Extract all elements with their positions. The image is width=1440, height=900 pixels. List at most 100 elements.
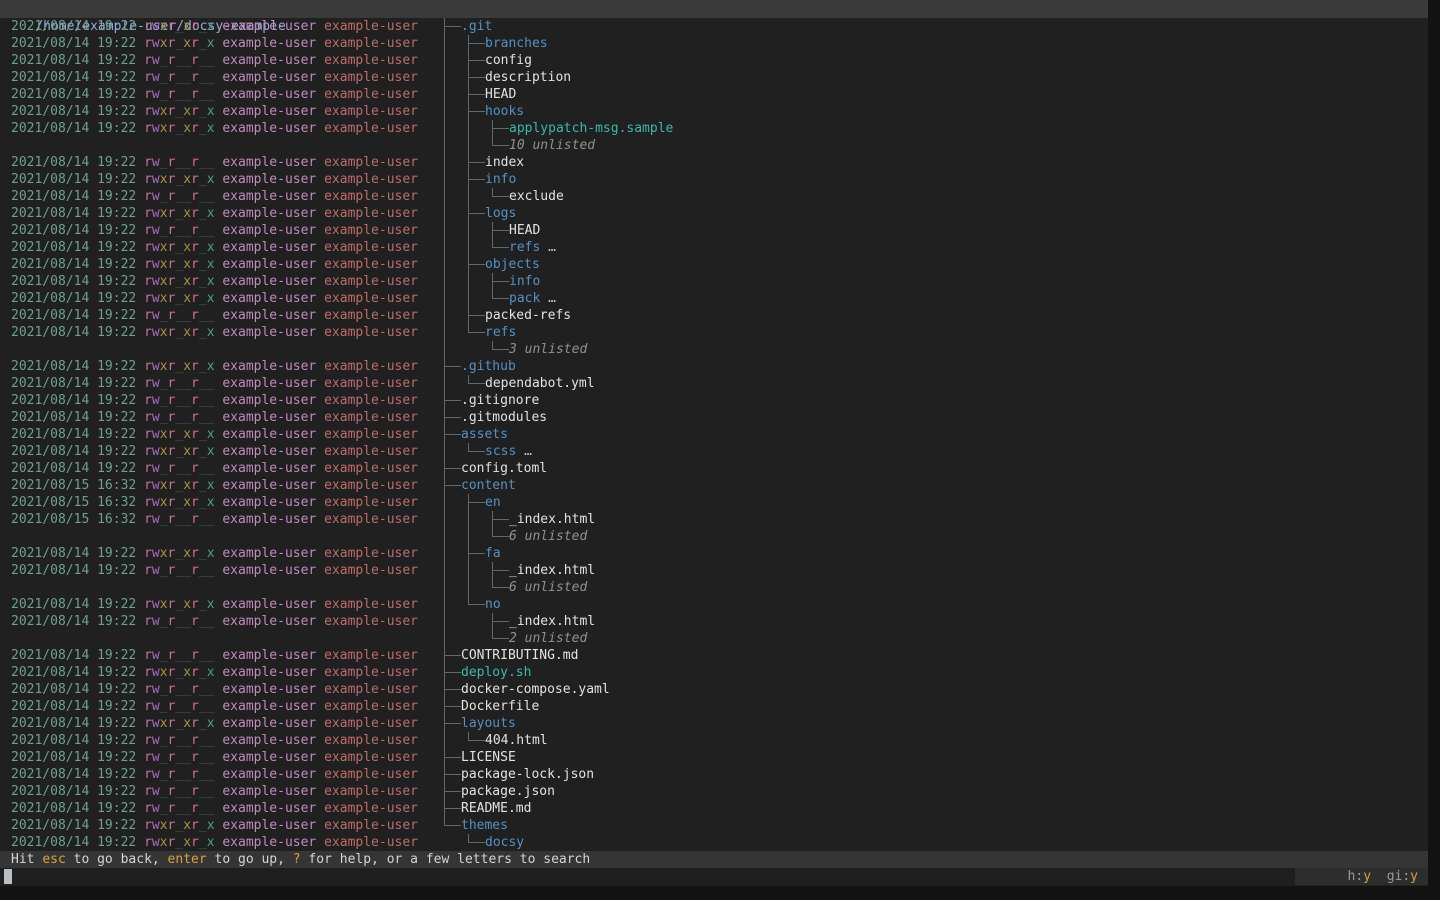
file-metadata: 2021/08/14 19:22 rwxr_xr_x example-user … <box>0 256 444 273</box>
tree-row[interactable]: 2021/08/14 19:22 rw_r__r__ example-user … <box>0 766 1428 783</box>
dir-name: no <box>485 596 501 613</box>
permissions: rwxr_xr_x <box>144 835 214 850</box>
tree-row[interactable]: 2021/08/14 19:22 rwxr_xr_x example-user … <box>0 545 1428 562</box>
owner: example-user <box>222 750 316 765</box>
tree-gap <box>444 834 468 851</box>
tree-row[interactable]: 2021/08/14 19:22 rwxr_xr_x example-user … <box>0 358 1428 375</box>
tree-row[interactable]: 2021/08/14 19:22 rw_r__r__ example-user … <box>0 52 1428 69</box>
file-name: Dockerfile <box>461 698 539 715</box>
tree-row[interactable]: 2021/08/14 19:22 rw_r__r__ example-user … <box>0 749 1428 766</box>
tree-row[interactable]: 2021/08/14 19:22 rw_r__r__ example-user … <box>0 409 1428 426</box>
tree-branch: exclude <box>444 188 1428 205</box>
permissions: rwxr_xr_x <box>144 19 214 34</box>
tree-row[interactable]: 2021/08/14 19:22 rwxr_xr_x example-user … <box>0 426 1428 443</box>
tree-row[interactable]: 2021/08/14 19:22 rw_r__r__ example-user … <box>0 460 1428 477</box>
tree-row[interactable]: 2021/08/14 19:22 rwxr_xr_x example-user … <box>0 834 1428 851</box>
tree-row[interactable]: 2021/08/14 19:22 rw_r__r__ example-user … <box>0 375 1428 392</box>
tree-row[interactable]: 2021/08/14 19:22 rw_r__r__ example-user … <box>0 392 1428 409</box>
tree-row[interactable]: 2021/08/14 19:22 rw_r__r__ example-user … <box>0 698 1428 715</box>
tree-row[interactable]: 2021/08/14 19:22 rw_r__r__ example-user … <box>0 69 1428 86</box>
file-metadata <box>0 630 444 647</box>
tree-row[interactable]: 2021/08/14 19:22 rwxr_xr_x example-user … <box>0 715 1428 732</box>
tree-row[interactable]: 2021/08/14 19:22 rwxr_xr_x example-user … <box>0 103 1428 120</box>
tree-line <box>468 443 485 460</box>
tree-row[interactable]: 2021/08/15 16:32 rw_r__r__ example-user … <box>0 511 1428 528</box>
tree-row[interactable]: 2021/08/15 16:32 rwxr_xr_x example-user … <box>0 477 1428 494</box>
modified-date: 2021/08/14 19:22 <box>11 308 136 323</box>
tree-row[interactable]: 2021/08/14 19:22 rwxr_xr_x example-user … <box>0 256 1428 273</box>
permissions: rw_r__r__ <box>144 648 214 663</box>
tree-row[interactable]: 2021/08/14 19:22 rwxr_xr_x example-user … <box>0 290 1428 307</box>
tree-row[interactable]: 2021/08/14 19:22 rwxr_xr_x example-user … <box>0 205 1428 222</box>
tree-row[interactable]: 2021/08/14 19:22 rw_r__r__ example-user … <box>0 681 1428 698</box>
tree-line <box>492 273 509 290</box>
tree-line <box>444 205 468 222</box>
tree-row[interactable]: 2021/08/14 19:22 rw_r__r__ example-user … <box>0 86 1428 103</box>
tree-row[interactable]: 2021/08/14 19:22 rw_r__r__ example-user … <box>0 154 1428 171</box>
owner: example-user <box>222 665 316 680</box>
tree-row[interactable]: 2021/08/14 19:22 rwxr_xr_x example-user … <box>0 171 1428 188</box>
tree-row[interactable]: 2 unlisted <box>0 630 1428 647</box>
tree-row[interactable]: 2021/08/14 19:22 rw_r__r__ example-user … <box>0 307 1428 324</box>
group: example-user <box>324 478 418 493</box>
tree-branch: scss … <box>444 443 1428 460</box>
tree-row[interactable]: 2021/08/15 16:32 rwxr_xr_x example-user … <box>0 494 1428 511</box>
permissions: rw_r__r__ <box>144 801 214 816</box>
tree-row[interactable]: 2021/08/14 19:22 rw_r__r__ example-user … <box>0 732 1428 749</box>
group: example-user <box>324 495 418 510</box>
modified-date: 2021/08/14 19:22 <box>11 274 136 289</box>
tree-row[interactable]: 3 unlisted <box>0 341 1428 358</box>
permissions: rwxr_xr_x <box>144 104 214 119</box>
owner: example-user <box>222 291 316 306</box>
permissions: rwxr_xr_x <box>144 359 214 374</box>
tree-line <box>444 137 468 154</box>
tree-branch: packed-refs <box>444 307 1428 324</box>
permissions: rw_r__r__ <box>144 614 214 629</box>
file-metadata: 2021/08/14 19:22 rw_r__r__ example-user … <box>0 188 444 205</box>
tree-row[interactable]: 2021/08/14 19:22 rw_r__r__ example-user … <box>0 800 1428 817</box>
tree-row[interactable]: 2021/08/14 19:22 rw_r__r__ example-user … <box>0 647 1428 664</box>
truncation-ellipsis: … <box>516 443 532 460</box>
tree-row[interactable]: 6 unlisted <box>0 579 1428 596</box>
root-path-bar[interactable]: /home/example-user/docsy-example <box>0 0 1428 18</box>
owner: example-user <box>222 767 316 782</box>
tree-row[interactable]: 2021/08/14 19:22 rwxr_xr_x example-user … <box>0 239 1428 256</box>
tree-row[interactable]: 2021/08/14 19:22 rw_r__r__ example-user … <box>0 613 1428 630</box>
tree-row[interactable]: 6 unlisted <box>0 528 1428 545</box>
tree-row[interactable]: 2021/08/14 19:22 rwxr_xr_x example-user … <box>0 273 1428 290</box>
modified-date: 2021/08/14 19:22 <box>11 393 136 408</box>
tree-branch: _index.html <box>444 562 1428 579</box>
tree-row[interactable]: 2021/08/14 19:22 rwxr_xr_x example-user … <box>0 664 1428 681</box>
tree-branch: package-lock.json <box>444 766 1428 783</box>
tree-line <box>444 307 468 324</box>
tree-row[interactable]: 2021/08/14 19:22 rwxr_xr_x example-user … <box>0 324 1428 341</box>
tree-branch: logs <box>444 205 1428 222</box>
tree-row[interactable]: 2021/08/14 19:22 rw_r__r__ example-user … <box>0 783 1428 800</box>
file-metadata: 2021/08/14 19:22 rw_r__r__ example-user … <box>0 732 444 749</box>
tree-branch: .gitmodules <box>444 409 1428 426</box>
group: example-user <box>324 682 418 697</box>
tree-row[interactable]: 2021/08/14 19:22 rwxr_xr_x example-user … <box>0 18 1428 35</box>
tree-line <box>444 766 461 783</box>
file-name: 404.html <box>485 732 548 749</box>
owner: example-user <box>222 53 316 68</box>
permissions: rw_r__r__ <box>144 699 214 714</box>
tree-row[interactable]: 10 unlisted <box>0 137 1428 154</box>
owner: example-user <box>222 427 316 442</box>
tree-row[interactable]: 2021/08/14 19:22 rwxr_xr_x example-user … <box>0 35 1428 52</box>
tree-branch: layouts <box>444 715 1428 732</box>
tree-row[interactable]: 2021/08/14 19:22 rwxr_xr_x example-user … <box>0 817 1428 834</box>
tree-row[interactable]: 2021/08/14 19:22 rw_r__r__ example-user … <box>0 222 1428 239</box>
tree-row[interactable]: 2021/08/14 19:22 rwxr_xr_x example-user … <box>0 596 1428 613</box>
tree-row[interactable]: 2021/08/14 19:22 rwxr_xr_x example-user … <box>0 120 1428 137</box>
tree-branch: 404.html <box>444 732 1428 749</box>
tree-line <box>444 783 461 800</box>
tree-row[interactable]: 2021/08/14 19:22 rw_r__r__ example-user … <box>0 188 1428 205</box>
tree-row[interactable]: 2021/08/14 19:22 rw_r__r__ example-user … <box>0 562 1428 579</box>
tree-branch: index <box>444 154 1428 171</box>
group: example-user <box>324 444 418 459</box>
search-input[interactable]: h:y gi:y <box>0 868 1428 885</box>
tree-row[interactable]: 2021/08/14 19:22 rwxr_xr_x example-user … <box>0 443 1428 460</box>
owner: example-user <box>222 835 316 850</box>
owner: example-user <box>222 121 316 136</box>
